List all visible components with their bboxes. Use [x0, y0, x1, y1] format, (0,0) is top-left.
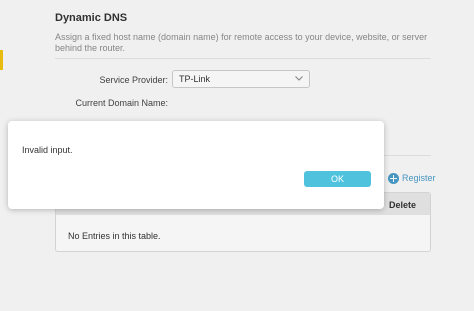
dialog-message: Invalid input.	[22, 145, 73, 155]
ok-button[interactable]: OK	[304, 171, 371, 187]
alert-dialog: Invalid input. OK	[8, 121, 384, 209]
